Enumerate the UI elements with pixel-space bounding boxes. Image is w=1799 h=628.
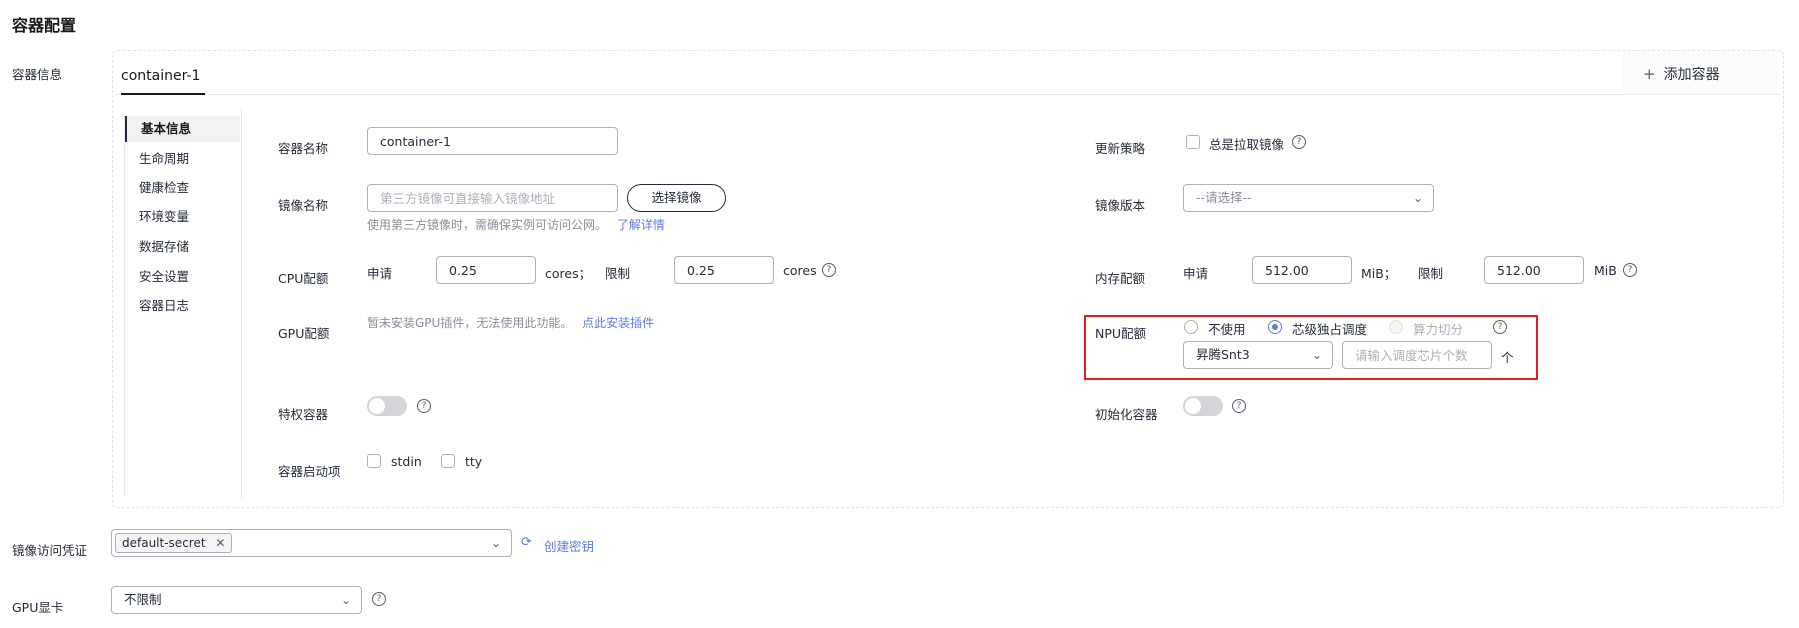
nav-divider [241,108,242,498]
cpu-limit-label: 限制 [605,266,631,281]
image-hint-text: 使用第三方镜像时，需确保实例可访问公网。 [367,218,608,232]
nav-item-health-check[interactable]: 健康检查 [125,175,240,201]
npu-radio-none[interactable] [1184,320,1198,334]
npu-unit: 个 [1501,350,1514,365]
tab-bar-divider [114,94,1780,95]
npu-option-exclusive-label: 芯级独占调度 [1292,322,1368,337]
image-name-label: 镜像名称 [278,198,329,213]
credential-tag-label: default-secret [122,536,206,550]
cpu-limit-unit: cores [783,263,817,278]
init-container-toggle[interactable] [1183,396,1223,416]
gpu-quota-text: 暂未安装GPU插件，无法使用此功能。 [367,316,573,330]
install-plugin-link[interactable]: 点此安装插件 [582,316,654,330]
gpu-card-label: GPU显卡 [12,600,64,615]
nav-item-security[interactable]: 安全设置 [125,264,240,290]
help-icon[interactable]: ? [417,399,431,413]
cpu-limit-input[interactable] [674,256,774,284]
nav-item-storage[interactable]: 数据存储 [125,234,240,260]
npu-radio-split[interactable] [1389,320,1403,334]
memory-limit-unit: MiB [1594,263,1617,278]
refresh-icon[interactable]: ⟳ [521,535,532,550]
help-icon[interactable]: ? [1493,320,1507,334]
tty-checkbox[interactable] [441,454,455,468]
add-container-button[interactable]: + 添加容器 [1643,64,1720,84]
section-title: 容器配置 [12,16,77,35]
gpu-quota-hint: 暂未安装GPU插件，无法使用此功能。 点此安装插件 [367,314,654,331]
privileged-toggle[interactable] [367,396,407,416]
container-name-label: 容器名称 [278,141,329,156]
memory-limit-input[interactable] [1484,256,1584,284]
npu-radio-exclusive[interactable] [1268,320,1282,334]
nav-item-lifecycle[interactable]: 生命周期 [125,146,240,172]
learn-more-link[interactable]: 了解详情 [617,218,665,232]
image-version-placeholder: --请选择-- [1196,190,1252,205]
always-pull-checkbox[interactable] [1186,135,1200,149]
startup-options-label: 容器启动项 [278,464,341,479]
chevron-down-icon: ⌄ [1311,348,1322,362]
stdin-checkbox[interactable] [367,454,381,468]
help-icon[interactable]: ? [1623,263,1637,277]
image-hint: 使用第三方镜像时，需确保实例可访问公网。 了解详情 [367,216,665,233]
tab-active-indicator [121,93,205,95]
stdin-label: stdin [391,454,422,469]
cpu-request-unit: cores； [545,266,592,281]
cpu-request-input[interactable] [436,256,536,284]
nav-item-basic[interactable]: 基本信息 [125,116,240,142]
help-icon[interactable]: ? [372,592,386,606]
help-icon[interactable]: ? [1232,399,1246,413]
image-credentials-label: 镜像访问凭证 [12,543,88,558]
npu-chip-select[interactable]: 昇腾Snt3 ⌄ [1183,341,1333,369]
credential-tag: default-secret ✕ [115,533,233,553]
tty-label: tty [465,454,483,469]
cpu-request-label: 申请 [367,266,393,281]
memory-label: 内存配额 [1095,271,1146,286]
image-version-select[interactable]: --请选择-- ⌄ [1183,184,1434,212]
memory-request-input[interactable] [1252,256,1352,284]
container-name-input[interactable] [367,127,618,155]
image-name-input[interactable] [367,184,618,212]
npu-count-input[interactable] [1342,341,1492,369]
memory-request-label: 申请 [1183,266,1209,281]
chevron-down-icon: ⌄ [340,593,351,607]
privileged-label: 特权容器 [278,407,329,422]
gpu-quota-label: GPU配额 [278,326,330,341]
memory-limit-label: 限制 [1418,266,1444,281]
chevron-down-icon: ⌄ [1412,191,1423,205]
image-version-label: 镜像版本 [1095,198,1146,213]
gpu-card-select[interactable]: 不限制 ⌄ [111,586,362,614]
always-pull-label: 总是拉取镜像 [1209,137,1285,152]
container-info-label: 容器信息 [12,67,63,82]
update-policy-label: 更新策略 [1095,141,1146,156]
npu-option-split-label: 算力切分 [1413,322,1464,337]
tab-container-1[interactable]: container-1 [121,68,200,84]
help-icon[interactable]: ? [1292,135,1306,149]
memory-request-unit: MiB； [1361,266,1397,281]
cpu-label: CPU配额 [278,271,329,286]
gpu-card-value: 不限制 [124,592,162,607]
close-icon[interactable]: ✕ [215,536,225,550]
nav-item-logs[interactable]: 容器日志 [125,293,240,319]
npu-quota-label: NPU配额 [1095,326,1147,341]
add-container-label: 添加容器 [1663,67,1720,83]
help-icon[interactable]: ? [822,263,836,277]
chevron-down-icon: ⌄ [490,536,501,550]
npu-option-none-label: 不使用 [1208,322,1246,337]
create-secret-link[interactable]: 创建密钥 [544,536,594,555]
nav-item-env-vars[interactable]: 环境变量 [125,204,240,230]
init-container-label: 初始化容器 [1095,407,1158,422]
select-image-button[interactable]: 选择镜像 [627,184,726,212]
npu-chip-value: 昇腾Snt3 [1196,347,1250,362]
plus-icon: + [1643,65,1656,83]
